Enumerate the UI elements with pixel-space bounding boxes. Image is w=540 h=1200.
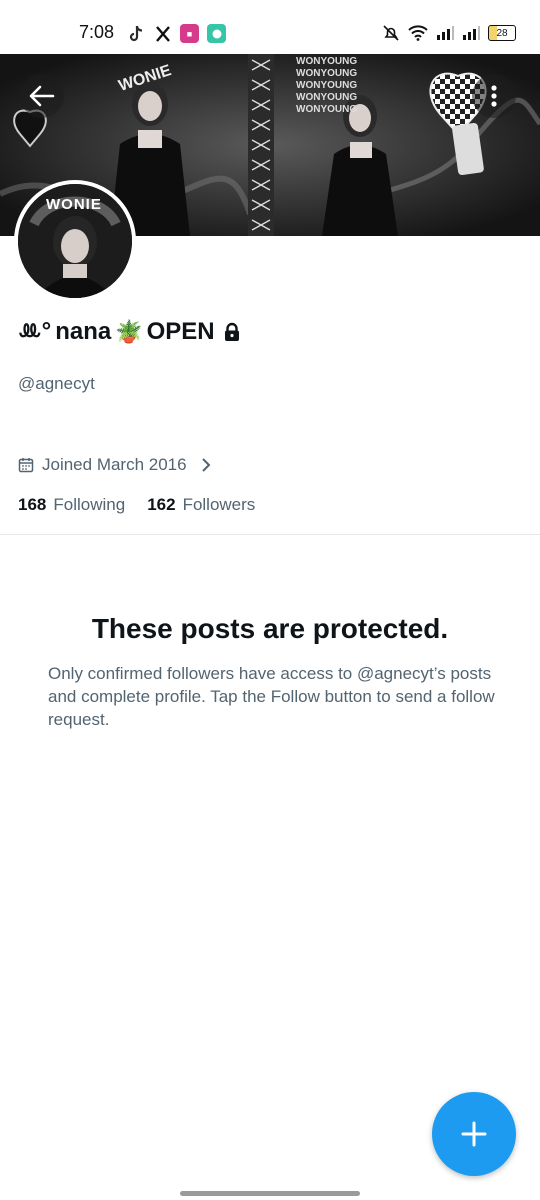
plus-icon <box>461 1121 487 1147</box>
back-button[interactable] <box>20 74 64 118</box>
protected-message: Only confirmed followers have access to … <box>48 664 495 729</box>
status-bar: 7:08 ■ 28 <box>0 0 540 54</box>
arrow-left-icon <box>29 85 55 107</box>
notification-icons: ■ <box>126 24 226 43</box>
divider <box>0 534 540 535</box>
followers-count: 162 <box>147 495 176 514</box>
name-main: nana <box>55 318 112 345</box>
compose-button[interactable] <box>432 1092 516 1176</box>
signal-icon <box>437 26 454 40</box>
display-name: ꔛ° nana 🪴 OPEN <box>18 318 241 346</box>
joined-date[interactable]: Joined March 2016 <box>18 455 211 475</box>
chevron-right-icon <box>201 458 211 472</box>
signal-icon-2 <box>463 26 480 40</box>
followers-label: Followers <box>182 495 256 514</box>
following-label: Following <box>53 495 126 514</box>
followers-link[interactable]: 162 Followers <box>147 495 255 515</box>
plant-emoji: 🪴 <box>115 319 143 344</box>
follow-stats: 168 Following 162 Followers <box>18 495 255 515</box>
calendar-icon <box>18 458 34 473</box>
avatar-text: WONIE <box>46 196 102 213</box>
name-prefix: ꔛ° <box>18 318 52 345</box>
banner-text-column: WONYOUNG WONYOUNG WONYOUNG WONYOUNG WONY… <box>296 56 358 115</box>
clock: 7:08 <box>79 22 115 42</box>
mute-bell-icon <box>383 25 399 41</box>
battery-icon: 28 <box>488 25 516 41</box>
more-options-button[interactable] <box>472 74 516 118</box>
home-indicator[interactable] <box>180 1191 360 1196</box>
user-handle: @agnecyt <box>18 374 95 393</box>
more-vertical-icon <box>491 85 497 107</box>
system-icons: 28 <box>382 24 516 42</box>
x-icon <box>153 24 172 43</box>
battery-level: 28 <box>496 27 508 39</box>
following-count: 168 <box>18 495 47 514</box>
profile-avatar[interactable]: WONIE <box>14 180 136 302</box>
protected-title: These posts are protected. <box>91 613 449 644</box>
tiktok-icon <box>126 24 145 43</box>
app-icon: ■ <box>180 24 199 43</box>
name-suffix: OPEN <box>146 318 215 345</box>
lock-icon <box>224 322 239 341</box>
following-link[interactable]: 168 Following <box>18 495 125 515</box>
chat-bubble-icon <box>207 24 226 43</box>
joined-label: Joined March 2016 <box>42 455 187 474</box>
wifi-icon <box>408 25 428 41</box>
